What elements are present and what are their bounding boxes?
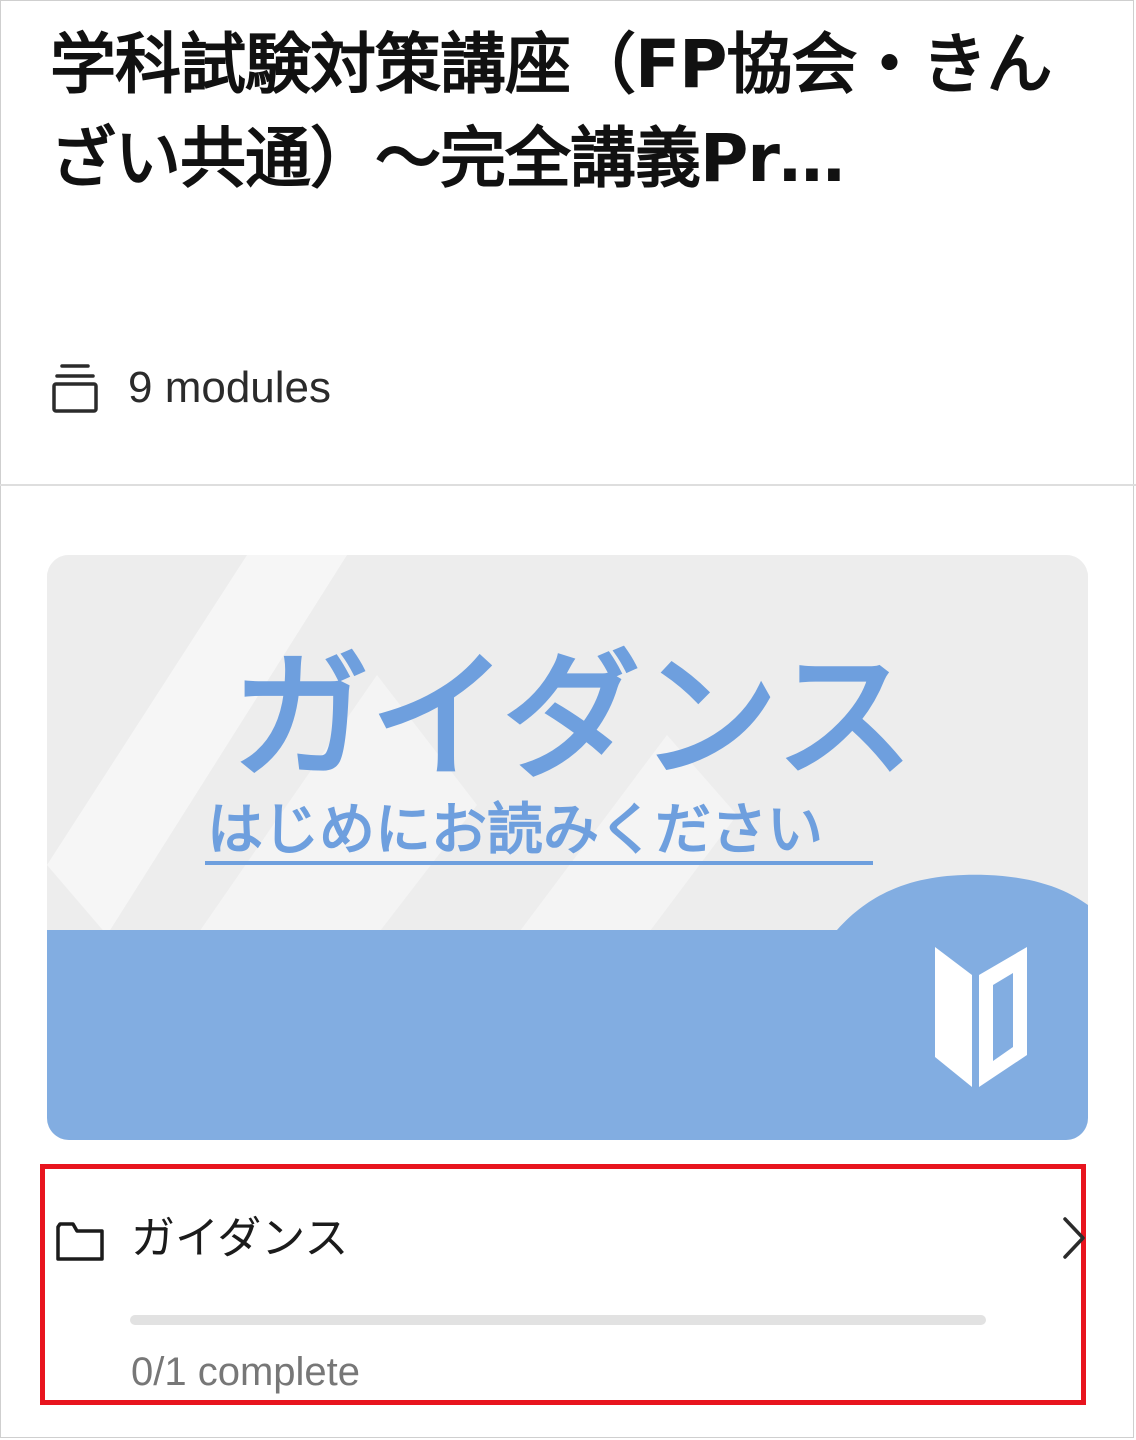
modules-count-row: 9 modules [52, 356, 331, 420]
module-list-item[interactable]: ガイダンス 0/1 complete [40, 1164, 1086, 1405]
modules-count-label: 9 modules [128, 363, 332, 412]
subtitle-underline [205, 861, 873, 865]
thumbnail-title: ガイダンス [232, 637, 914, 798]
progress-label: 0/1 complete [131, 1350, 361, 1394]
progress-bar [130, 1315, 986, 1325]
module-name: ガイダンス [131, 1213, 349, 1264]
chevron-right-icon[interactable] [1059, 1215, 1089, 1261]
section-divider [0, 484, 1136, 486]
thumbnail-subtitle: はじめにお読みください [207, 798, 823, 863]
folder-icon [56, 1222, 104, 1261]
stack-icon [52, 364, 98, 413]
thumbnail-graphic: ガイダンス はじめにお読みください [47, 555, 1088, 1140]
module-thumbnail[interactable]: ガイダンス はじめにお読みください [47, 555, 1088, 1140]
page-title: 学科試験対策講座（FP協会・きんざい共通）～完全講義Pr… [50, 26, 1052, 197]
